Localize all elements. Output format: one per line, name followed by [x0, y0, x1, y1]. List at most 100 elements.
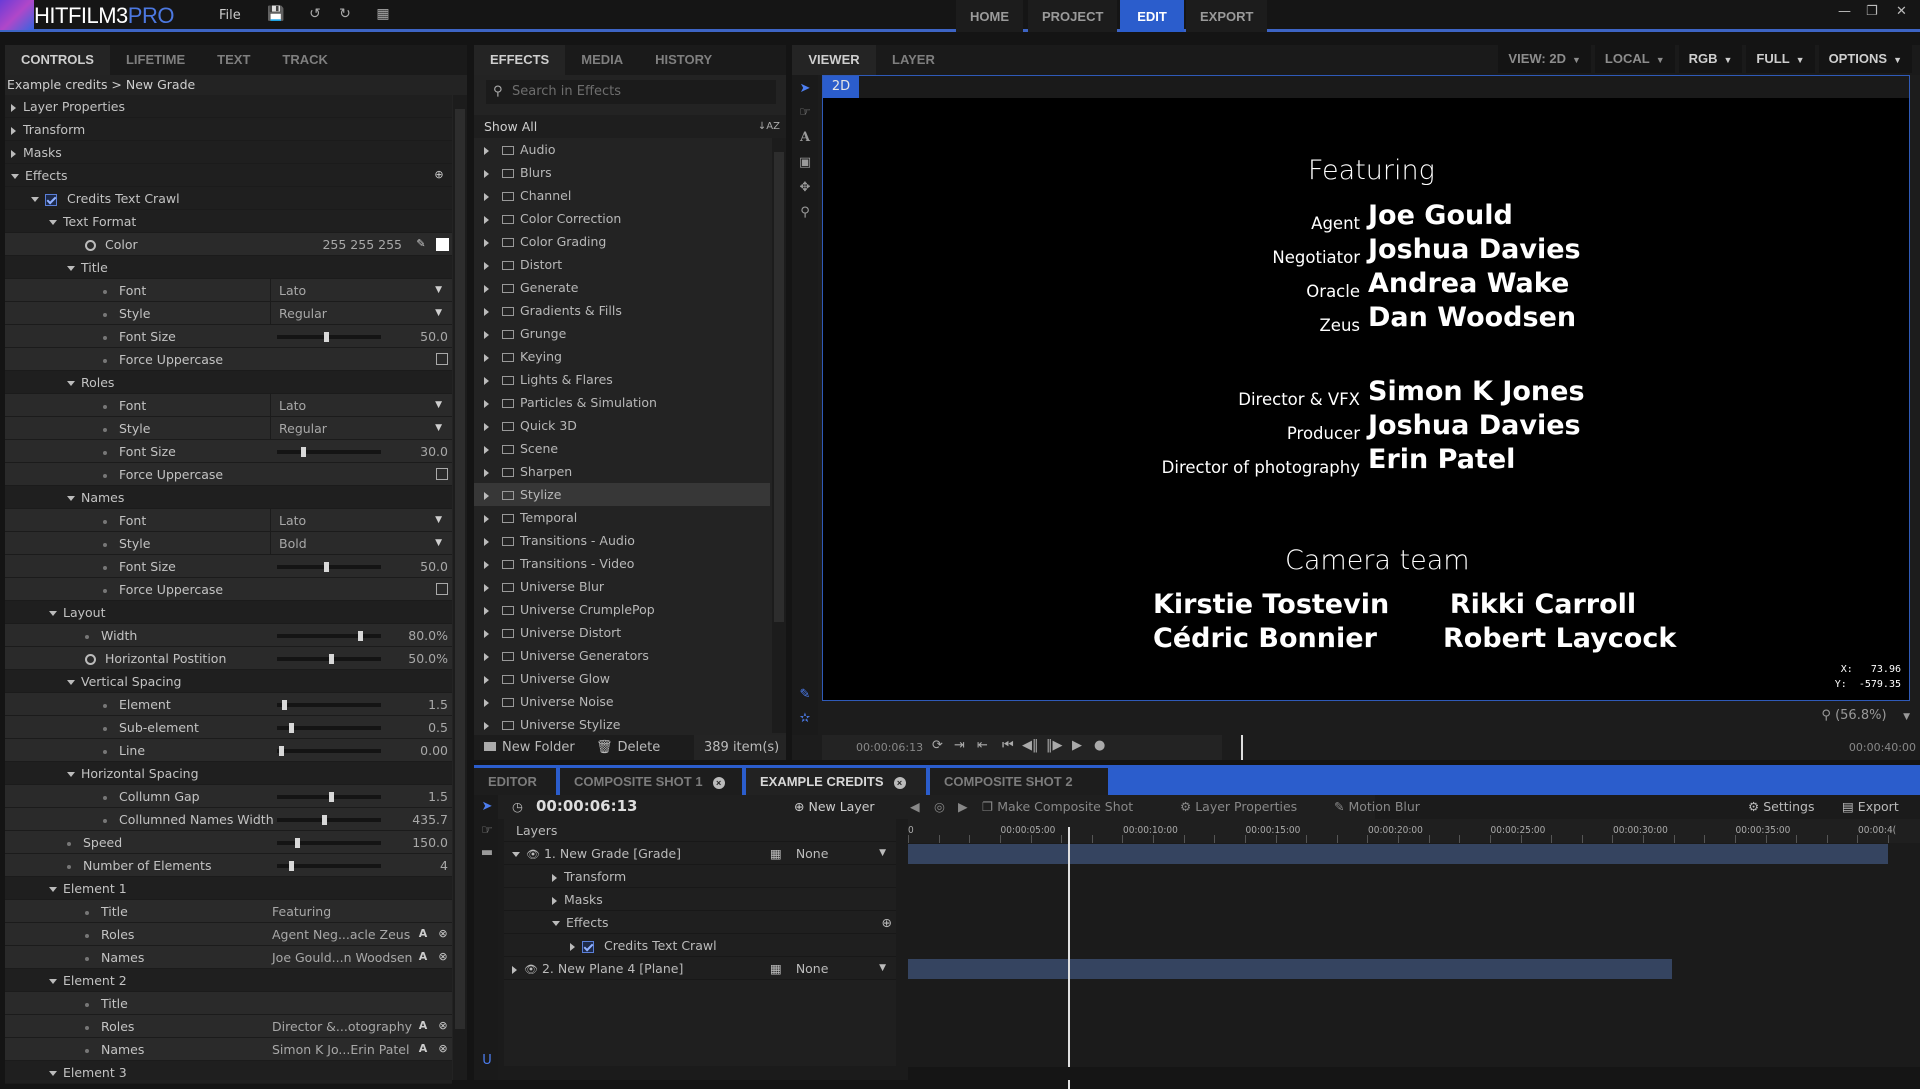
- effect-folder[interactable]: Audio: [474, 138, 770, 161]
- keyframe-icon[interactable]: ◎: [934, 799, 945, 814]
- expand-down-icon[interactable]: [49, 887, 57, 892]
- expand-right-icon[interactable]: [484, 422, 489, 431]
- value-slider[interactable]: [277, 723, 381, 733]
- effect-folder[interactable]: Blurs: [474, 161, 770, 184]
- effect-folder[interactable]: Universe Noise: [474, 690, 770, 713]
- expand-right-icon[interactable]: [484, 261, 489, 270]
- layer-property-row[interactable]: Transform: [504, 865, 896, 888]
- close-icon[interactable]: ✕: [1896, 4, 1907, 19]
- value-slider[interactable]: [277, 332, 381, 342]
- effect-folder[interactable]: Universe Stylize: [474, 713, 770, 736]
- property-row[interactable]: Effects ⊕: [5, 164, 452, 187]
- property-row[interactable]: Number of Elements 4: [5, 854, 452, 877]
- expand-right-icon[interactable]: [484, 652, 489, 661]
- expand-right-icon[interactable]: [552, 873, 557, 882]
- effect-folder[interactable]: Lights & Flares: [474, 368, 770, 391]
- effect-folder[interactable]: Universe CrumplePop: [474, 598, 770, 621]
- property-row[interactable]: Masks: [5, 141, 452, 164]
- timeline-tab[interactable]: EDITOR: [474, 768, 556, 795]
- timeline-tab[interactable]: EXAMPLE CREDITS ×: [746, 768, 926, 795]
- export-button[interactable]: ▤ Export: [1842, 799, 1899, 814]
- show-all-filter[interactable]: Show All ↓AZ: [474, 115, 786, 138]
- effect-folder[interactable]: Color Grading: [474, 230, 770, 253]
- close-tab-icon[interactable]: ×: [712, 777, 725, 789]
- expand-right-icon[interactable]: [484, 445, 489, 454]
- property-row[interactable]: Font Size 50.0: [5, 325, 452, 348]
- layer-clip-bar[interactable]: [908, 844, 1888, 864]
- dropdown-select[interactable]: Lato ▼: [270, 394, 450, 416]
- controls-scrollbar[interactable]: [453, 95, 467, 1080]
- options-dropdown[interactable]: OPTIONS ▼: [1818, 45, 1912, 73]
- nav-tab-project[interactable]: PROJECT: [1028, 0, 1118, 32]
- view-mode-dropdown[interactable]: VIEW: 2D ▼: [1498, 45, 1591, 73]
- slider-handle[interactable]: [282, 700, 288, 710]
- property-row[interactable]: Width 80.0%: [5, 624, 452, 647]
- keyframe-toggle-icon[interactable]: [85, 654, 96, 665]
- effect-folder[interactable]: Grunge: [474, 322, 770, 345]
- visibility-eye-icon[interactable]: 👁: [526, 848, 540, 861]
- set-out-icon[interactable]: ⇥: [954, 738, 965, 753]
- select-tool-icon[interactable]: ➤: [478, 799, 496, 817]
- effect-enabled-checkbox[interactable]: [582, 940, 594, 953]
- pin-tool-icon[interactable]: ⚲: [796, 205, 814, 223]
- slider-handle[interactable]: [289, 861, 295, 871]
- property-row[interactable]: Roles Agent Neg...acle Zeus A ⊗: [5, 923, 452, 946]
- timeline-playhead[interactable]: [1067, 827, 1070, 1089]
- checkbox[interactable]: [436, 583, 448, 595]
- expand-right-icon[interactable]: [484, 606, 489, 615]
- layer-clip-bar[interactable]: [908, 959, 1673, 979]
- slider-handle[interactable]: [329, 654, 334, 664]
- tab-history[interactable]: HISTORY: [639, 45, 728, 75]
- text-value[interactable]: Agent Neg...acle Zeus: [272, 923, 410, 946]
- tab-track[interactable]: TRACK: [266, 45, 344, 75]
- property-row[interactable]: Text Format: [5, 210, 452, 233]
- anchor-tool-icon[interactable]: ✥: [796, 180, 814, 198]
- slider-handle[interactable]: [358, 631, 364, 641]
- effect-folder[interactable]: Temporal: [474, 506, 770, 529]
- clear-icon[interactable]: ⊗: [436, 950, 450, 964]
- slider-value[interactable]: 50.0: [420, 555, 448, 578]
- effect-folder[interactable]: Universe Distort: [474, 621, 770, 644]
- edit-text-icon[interactable]: A: [416, 1019, 430, 1033]
- tab-lifetime[interactable]: LIFETIME: [110, 45, 201, 75]
- slider-value[interactable]: 80.0%: [408, 624, 448, 647]
- file-menu[interactable]: File: [219, 8, 241, 23]
- hand-tool-icon[interactable]: ☞: [478, 823, 496, 841]
- value-slider[interactable]: [277, 838, 381, 848]
- property-row[interactable]: Style Bold ▼: [5, 532, 452, 555]
- grid-icon[interactable]: ▦: [374, 6, 392, 24]
- expand-down-icon[interactable]: [49, 220, 57, 225]
- property-row[interactable]: Style Regular ▼: [5, 302, 452, 325]
- slider-handle[interactable]: [300, 447, 306, 457]
- effect-folder[interactable]: Transitions - Audio: [474, 529, 770, 552]
- text-value[interactable]: Joe Gould...n Woodsen: [272, 946, 412, 969]
- slider-handle[interactable]: [289, 723, 295, 733]
- property-row[interactable]: Element 1.5: [5, 693, 452, 716]
- edit-text-icon[interactable]: A: [416, 1042, 430, 1056]
- prev-keyframe-icon[interactable]: ◀: [910, 799, 920, 814]
- expand-down-icon[interactable]: [67, 381, 75, 386]
- effect-folder[interactable]: Transitions - Video: [474, 552, 770, 575]
- nav-tab-home[interactable]: HOME: [956, 0, 1023, 32]
- slider-value[interactable]: 0.5: [428, 716, 448, 739]
- value-slider[interactable]: [277, 861, 381, 871]
- property-row[interactable]: Collumn Gap 1.5: [5, 785, 452, 808]
- step-back-icon[interactable]: ◀‖: [1022, 738, 1039, 753]
- property-row[interactable]: Vertical Spacing: [5, 670, 452, 693]
- property-row[interactable]: Names Joe Gould...n Woodsen A ⊗: [5, 946, 452, 969]
- visibility-eye-icon[interactable]: 👁: [524, 963, 538, 976]
- resolution-dropdown[interactable]: FULL ▼: [1746, 45, 1815, 73]
- property-row[interactable]: Roles: [5, 371, 452, 394]
- expand-right-icon[interactable]: [570, 942, 575, 951]
- property-row[interactable]: Sub-element 0.5: [5, 716, 452, 739]
- expand-down-icon[interactable]: [49, 1071, 57, 1076]
- expand-right-icon[interactable]: [484, 376, 489, 385]
- nav-tab-edit[interactable]: EDIT: [1120, 0, 1184, 32]
- property-row[interactable]: Title Featuring: [5, 900, 452, 923]
- property-row[interactable]: Force Uppercase: [5, 578, 452, 601]
- property-row[interactable]: Style Regular ▼: [5, 417, 452, 440]
- expand-right-icon[interactable]: [484, 238, 489, 247]
- text-value[interactable]: Simon K Jo...Erin Patel: [272, 1038, 409, 1061]
- expand-right-icon[interactable]: [484, 399, 489, 408]
- new-layer-button[interactable]: ⊕ New Layer: [794, 799, 875, 814]
